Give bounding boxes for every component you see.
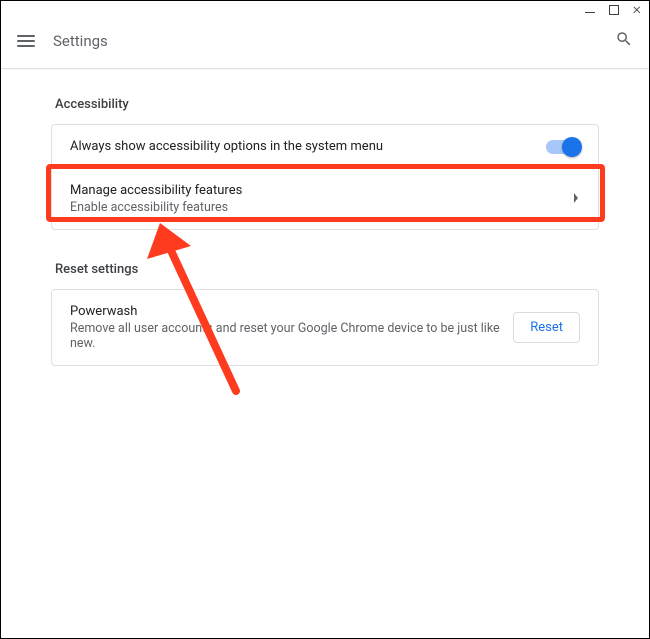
app-topbar: Settings (1, 13, 649, 69)
accessibility-toggle-label: Always show accessibility options in the… (70, 139, 534, 154)
menu-icon[interactable] (17, 35, 35, 47)
chevron-right-icon (572, 192, 580, 207)
close-icon[interactable]: × (633, 4, 641, 14)
minimize-icon[interactable] (585, 5, 595, 15)
section-heading-reset: Reset settings (55, 262, 595, 277)
powerwash-title: Powerwash (70, 304, 501, 319)
maximize-icon[interactable] (609, 5, 619, 15)
manage-accessibility-subtitle: Enable accessibility features (70, 200, 560, 215)
powerwash-subtitle: Remove all user accounts and reset your … (70, 321, 501, 351)
manage-accessibility-title: Manage accessibility features (70, 183, 560, 198)
page-title: Settings (53, 32, 615, 50)
accessibility-card: Always show accessibility options in the… (51, 124, 599, 230)
reset-button[interactable]: Reset (513, 312, 580, 343)
powerwash-row: Powerwash Remove all user accounts and r… (52, 290, 598, 365)
section-heading-accessibility: Accessibility (55, 97, 595, 112)
search-icon[interactable] (615, 30, 633, 52)
window-controls: × (585, 5, 641, 15)
settings-content: Accessibility Always show accessibility … (1, 69, 649, 366)
reset-card: Powerwash Remove all user accounts and r… (51, 289, 599, 366)
manage-accessibility-row[interactable]: Manage accessibility features Enable acc… (52, 168, 598, 229)
accessibility-toggle-row[interactable]: Always show accessibility options in the… (52, 125, 598, 168)
accessibility-toggle-switch[interactable] (546, 140, 580, 154)
